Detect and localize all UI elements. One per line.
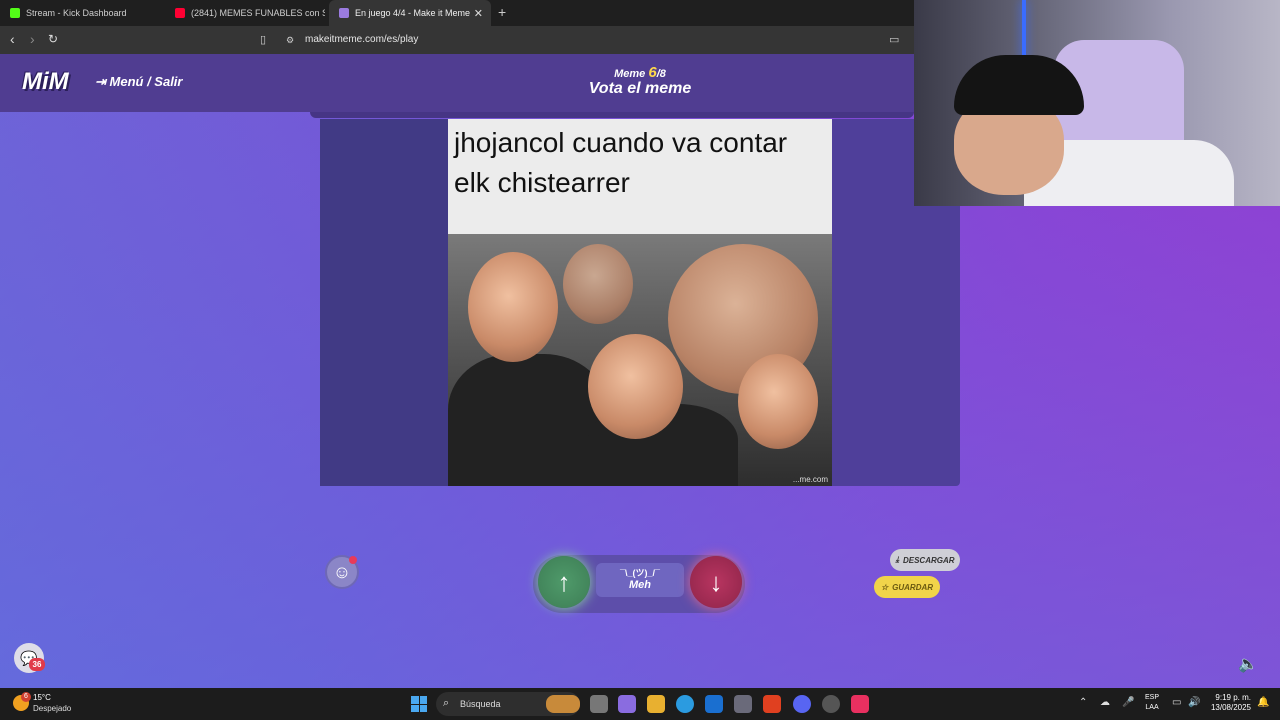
meme-total: /8: [656, 68, 666, 80]
discord-icon[interactable]: [793, 695, 811, 713]
smiley-icon: ☺: [332, 561, 352, 582]
save-label: GUARDAR: [892, 582, 934, 592]
task-view-icon[interactable]: [590, 695, 608, 713]
reload-icon[interactable]: ↻: [48, 32, 58, 46]
file-explorer-icon[interactable]: [647, 695, 665, 713]
meme-counter: Meme 6/8: [540, 64, 740, 81]
photo-face: [588, 334, 683, 439]
cast-icon[interactable]: ▭: [889, 33, 899, 46]
new-tab-button[interactable]: +: [498, 4, 506, 20]
search-icon: ⌕: [443, 697, 450, 709]
meme-panel-shade: [320, 119, 448, 486]
meme-watermark: ...me.com: [792, 475, 828, 484]
photo-figure: [448, 354, 608, 486]
chat-badge: 36: [29, 658, 45, 671]
kick-favicon-icon: [10, 8, 20, 18]
language-indicator[interactable]: ESP LAA: [1145, 693, 1159, 713]
meme-current: 6: [648, 64, 657, 81]
microphone-icon[interactable]: 🎤: [1122, 697, 1134, 708]
tiktok-icon[interactable]: [851, 695, 869, 713]
search-highlight-icon[interactable]: [546, 695, 580, 713]
close-tab-icon[interactable]: ✕: [474, 7, 483, 20]
meme-card: jhojancol cuando va contar elk chistearr…: [448, 119, 832, 486]
clock-date: 13/08/2025: [1210, 703, 1251, 712]
download-label: DESCARGAR: [902, 555, 955, 565]
app-icon[interactable]: [822, 695, 840, 713]
brave-icon[interactable]: [763, 695, 781, 713]
upvote-button[interactable]: ↑: [538, 556, 590, 608]
url-field[interactable]: makeitmeme.com/es/play: [305, 34, 418, 45]
lang-line1: ESP: [1145, 694, 1160, 701]
windows-taskbar: [0, 688, 1280, 720]
lang-line2: LAA: [1145, 704, 1159, 711]
volume-icon[interactable]: 🔊: [1188, 697, 1200, 708]
menu-exit-button[interactable]: ⇥ Menú / Salir: [95, 74, 182, 90]
meme-caption: jhojancol cuando va contar elk chistearr…: [448, 119, 832, 234]
network-icon[interactable]: ▭: [1172, 697, 1181, 708]
clock[interactable]: 9:19 p. m. 13/08/2025: [1205, 693, 1251, 713]
tab-make-it-meme[interactable]: En juego 4/4 - Make it Meme ✕: [329, 0, 491, 26]
exit-icon: ⇥: [95, 74, 110, 89]
mim-favicon-icon: [339, 8, 349, 18]
outlook-icon[interactable]: [705, 695, 723, 713]
save-button[interactable]: ☆ GUARDAR: [874, 576, 940, 598]
photo-face: [468, 252, 558, 362]
meme-photo: ...me.com: [448, 234, 832, 486]
bookmark-icon[interactable]: ▯: [260, 33, 266, 46]
youtube-favicon-icon: [175, 8, 185, 18]
back-icon[interactable]: ‹: [10, 31, 15, 47]
clock-time: 9:19 p. m.: [1215, 693, 1251, 702]
chevron-up-icon[interactable]: ⌃: [1079, 697, 1087, 708]
download-button[interactable]: ⤓ DESCARGAR: [890, 549, 960, 571]
shrug-face: ¯\_(ツ)_/¯: [620, 568, 660, 578]
star-icon: ☆: [880, 582, 889, 592]
tab-title: (2841) MEMES FUNABLES con STREA: [191, 8, 325, 18]
cloud-icon[interactable]: ☁: [1100, 697, 1110, 708]
tab-kick-dashboard[interactable]: Stream - Kick Dashboard: [0, 0, 165, 26]
store-icon[interactable]: [734, 695, 752, 713]
header-notch: [310, 112, 914, 118]
copilot-icon[interactable]: [618, 695, 636, 713]
downvote-button[interactable]: ↓: [690, 556, 742, 608]
weather-description: Despejado: [33, 704, 72, 713]
weather-temperature: 15°C: [33, 693, 51, 702]
webcam-overlay: [914, 0, 1280, 206]
led-strip: [1022, 0, 1026, 60]
notification-bell-icon[interactable]: 🔔: [1257, 697, 1269, 708]
site-info-icon[interactable]: ⚙: [286, 35, 294, 46]
windows-start-icon[interactable]: [411, 696, 427, 712]
arrow-up-icon: ↑: [557, 566, 571, 597]
tab-title: En juego 4/4 - Make it Meme: [355, 8, 471, 18]
notification-dot: [349, 556, 357, 564]
photo-face: [563, 244, 633, 324]
mim-logo[interactable]: MiM: [22, 68, 69, 96]
meh-label: Meh: [629, 579, 651, 591]
meme-counter-prefix: Meme: [614, 68, 646, 80]
vote-title: Vota el meme: [588, 80, 692, 97]
forward-icon[interactable]: ›: [30, 31, 35, 47]
menu-label: Menú / Salir: [109, 74, 183, 89]
tab-youtube-memes[interactable]: (2841) MEMES FUNABLES con STREA: [165, 0, 325, 26]
meh-button[interactable]: ¯\_(ツ)_/¯ Meh: [596, 563, 684, 597]
tab-title: Stream - Kick Dashboard: [26, 8, 127, 18]
photo-face: [738, 354, 818, 449]
download-icon: ⤓: [895, 555, 899, 564]
speaker-icon[interactable]: 🔈: [1238, 654, 1258, 674]
arrow-down-icon: ↓: [709, 566, 723, 597]
edge-icon[interactable]: [676, 695, 694, 713]
weather-badge: 6: [21, 692, 31, 702]
